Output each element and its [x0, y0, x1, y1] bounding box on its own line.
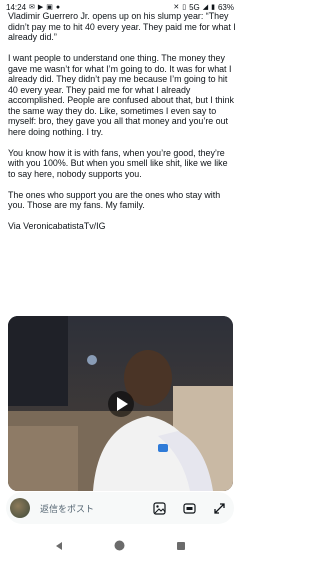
- reply-bar: 返信をポスト: [6, 492, 234, 524]
- post-source: Via VeronicabatistaTv/IG: [8, 221, 106, 231]
- home-icon[interactable]: [112, 538, 128, 554]
- post-headline: Vladimir Guerrero Jr. opens up on his sl…: [8, 11, 236, 42]
- play-icon: [116, 396, 128, 411]
- image-icon-svg: [152, 501, 166, 515]
- gif-icon[interactable]: [182, 501, 196, 515]
- back-icon[interactable]: [51, 538, 67, 554]
- play-button[interactable]: [107, 390, 134, 417]
- video-player[interactable]: [8, 316, 233, 491]
- post-text: Vladimir Guerrero Jr. opens up on his sl…: [8, 11, 236, 242]
- mute-icon: ✕: [173, 3, 180, 11]
- battery-icon: ▮: [211, 3, 215, 11]
- reply-actions: [152, 501, 226, 515]
- gif-icon-svg: [182, 502, 196, 514]
- system-nav-bar: [0, 530, 240, 561]
- recents-icon-svg: [177, 541, 186, 550]
- post-quote: I want people to understand one thing. T…: [8, 53, 234, 137]
- recents-icon[interactable]: [173, 538, 189, 554]
- image-icon: ▣: [46, 3, 53, 11]
- vibrate-icon: ▯: [182, 3, 187, 11]
- image-icon[interactable]: [152, 501, 166, 515]
- home-icon-svg: [114, 540, 125, 551]
- reply-input[interactable]: 返信をポスト: [40, 502, 152, 515]
- expand-icon-svg: [213, 502, 225, 514]
- post-paragraph: The ones who support you are the ones wh…: [8, 189, 221, 211]
- avatar[interactable]: [10, 498, 30, 518]
- back-icon-svg: [55, 541, 62, 550]
- expand-icon[interactable]: [212, 501, 226, 515]
- post-paragraph: You know how it is with fans, when you’r…: [8, 147, 228, 179]
- app-icon: ●: [55, 3, 61, 11]
- video-call-icon: ▶: [37, 3, 44, 11]
- mail-icon: ✉: [29, 3, 35, 11]
- signal-icon: ◢: [202, 3, 209, 11]
